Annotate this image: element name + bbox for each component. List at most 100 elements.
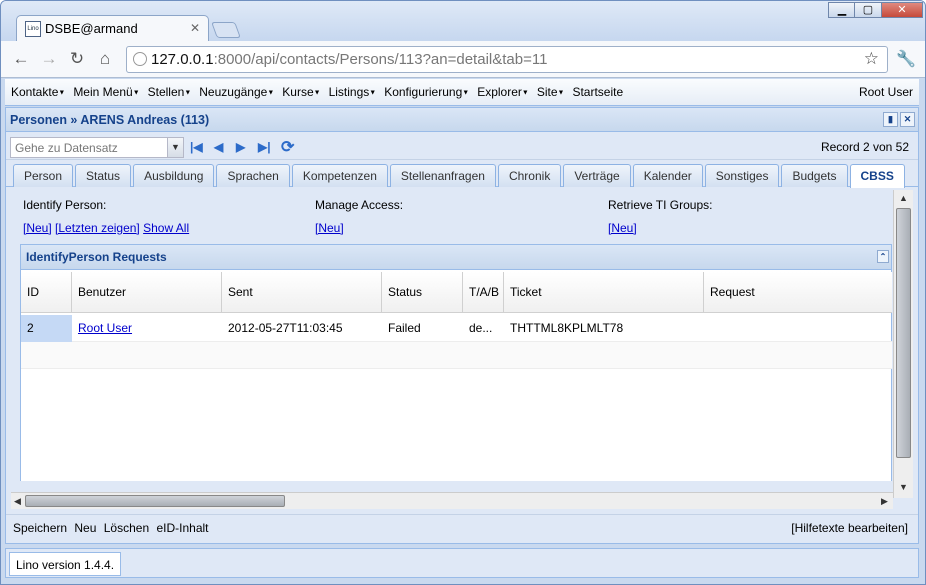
tab-person[interactable]: Person [13,164,74,187]
grid-title: IdentifyPerson Requests [26,250,167,264]
close-icon[interactable]: ✕ [900,112,915,127]
vertical-scroll-thumb[interactable] [896,208,911,458]
menu-neuzugaenge[interactable]: Neuzugänge▼ [199,85,274,99]
home-icon[interactable]: ⌂ [94,49,116,69]
column-header-sent[interactable]: Sent [222,272,382,313]
tab-sprachen[interactable]: Sprachen [216,164,290,187]
chevron-down-icon: ▼ [184,89,192,97]
menu-startseite[interactable]: Startseite [572,85,623,99]
tab-cbss[interactable]: CBSS [849,164,905,188]
menu-site[interactable]: Site▼ [537,85,565,99]
refresh-icon[interactable]: ⟳ [281,137,294,157]
user-menu[interactable]: Root User [859,85,913,99]
tab-vertraege[interactable]: Verträge [563,164,631,187]
identify-show-all-link[interactable]: Show All [143,221,189,235]
manage-access-label: Manage Access: [315,198,404,212]
tab-ausbildung[interactable]: Ausbildung [133,164,215,187]
horizontal-scroll-thumb[interactable] [25,495,285,507]
browser-tab[interactable]: Lino DSBE@armand ✕ [16,15,209,41]
menu-konfigurierung[interactable]: Konfigurierung▼ [384,85,469,99]
new-button[interactable]: Neu [74,521,96,535]
cbss-tab-content: Identify Person: [Neu] [Letzten zeigen] … [7,190,892,481]
column-header-tab[interactable]: T/A/B [463,272,504,313]
globe-icon [133,52,147,66]
cell-sent[interactable]: 2012-05-27T11:03:45 [222,315,382,342]
wrench-icon[interactable]: 🔧 [896,49,916,69]
menu-label: Explorer [477,85,522,99]
scroll-right-icon[interactable]: ▶ [881,496,888,507]
save-button[interactable]: Speichern [13,521,67,535]
url-path: :8000/api/contacts/Persons/113?an=detail… [213,51,548,68]
user-link[interactable]: Root User [78,321,132,335]
tab-kalender[interactable]: Kalender [632,164,703,187]
vertical-scrollbar[interactable]: ▲ ▼ [893,190,913,498]
menu-label: Konfigurierung [384,85,463,99]
pin-icon[interactable]: ▮ [883,112,898,127]
chevron-down-icon[interactable]: ▼ [167,138,183,157]
horizontal-scrollbar[interactable]: ◀ ▶ [11,492,893,509]
identify-show-last-link[interactable]: [Letzten zeigen] [55,221,140,235]
last-record-icon[interactable]: ▶| [258,140,271,154]
identify-new-link[interactable]: [Neu] [23,221,52,235]
tab-sonstiges[interactable]: Sonstiges [704,164,780,187]
new-tab-button[interactable] [211,22,241,38]
chevron-down-icon: ▼ [267,89,275,97]
cell-benutzer[interactable]: Root User [72,315,222,342]
retrieve-ti-groups-label: Retrieve TI Groups: [608,198,713,212]
cell-status[interactable]: Failed [382,315,463,342]
reload-icon[interactable]: ↻ [66,49,88,69]
delete-button[interactable]: Löschen [104,521,149,535]
manage-access-new-link[interactable]: [Neu] [315,221,344,235]
previous-record-icon[interactable]: ◀ [214,140,223,154]
tab-kompetenzen[interactable]: Kompetenzen [291,164,388,187]
table-row[interactable]: 2 Root User 2012-05-27T11:03:45 Failed d… [21,315,892,342]
tab-status[interactable]: Status [75,164,132,187]
menu-kurse[interactable]: Kurse▼ [282,85,320,99]
retrieve-ti-groups-new-link[interactable]: [Neu] [608,221,637,235]
browser-navbar: ← → ↻ ⌂ 127.0.0.1:8000/api/contacts/Pers… [1,41,925,78]
column-header-ticket[interactable]: Ticket [504,272,704,313]
cell-tab[interactable]: de... [463,315,504,342]
minimize-icon[interactable]: ▁ [828,2,856,18]
edit-help-texts-button[interactable]: [Hilfetexte bearbeiten] [791,521,908,535]
detail-tabs: Person Status Ausbildung Sprachen Kompet… [6,160,918,188]
eid-content-button[interactable]: eID-Inhalt [156,521,208,535]
menu-stellen[interactable]: Stellen▼ [148,85,192,99]
menu-label: Site [536,85,558,99]
manage-access-section: Manage Access: [Neu] [315,198,403,235]
next-record-icon[interactable]: ▶ [236,140,245,154]
cell-ticket[interactable]: THTTML8KPLMLT78 [504,315,704,342]
scroll-left-icon[interactable]: ◀ [14,496,21,507]
table-row-empty [21,342,892,369]
menu-kontakte[interactable]: Kontakte▼ [11,85,65,99]
tab-stellenanfragen[interactable]: Stellenanfragen [389,164,496,187]
column-header-status[interactable]: Status [382,272,463,313]
close-tab-icon[interactable]: ✕ [190,21,200,35]
status-bar: Lino version 1.4.4. [5,548,919,578]
address-bar[interactable]: 127.0.0.1:8000/api/contacts/Persons/113?… [126,46,888,73]
maximize-icon[interactable]: ▢ [854,2,882,18]
scroll-up-icon[interactable]: ▲ [899,193,908,203]
menu-mein-menu[interactable]: Mein Menü▼ [73,85,139,99]
goto-record-combo[interactable]: Gehe zu Datensatz ▼ [10,137,184,158]
menu-explorer[interactable]: Explorer▼ [477,85,529,99]
column-header-id[interactable]: ID [21,272,72,313]
tab-chronik[interactable]: Chronik [497,164,562,187]
forward-icon[interactable]: → [38,49,60,69]
menu-listings[interactable]: Listings▼ [329,85,377,99]
column-header-benutzer[interactable]: Benutzer [72,272,222,313]
cell-id[interactable]: 2 [21,315,72,342]
title-bar: Lino DSBE@armand ✕ ▁ ▢ ✕ [1,1,925,41]
back-icon[interactable]: ← [10,49,32,69]
column-header-request[interactable]: Request [704,272,892,313]
cell-request[interactable] [704,315,892,342]
scroll-down-icon[interactable]: ▼ [899,482,908,492]
close-window-icon[interactable]: ✕ [881,2,923,18]
chevron-down-icon: ▼ [462,89,470,97]
first-record-icon[interactable]: |◀ [190,140,203,154]
collapse-icon[interactable]: ⌃ [877,250,889,263]
menu-label: Neuzugänge [199,85,268,99]
bookmark-star-icon[interactable]: ☆ [864,49,879,69]
identify-requests-grid: IdentifyPerson Requests ⌃ ID Benutzer Se… [20,244,892,481]
tab-budgets[interactable]: Budgets [781,164,848,187]
